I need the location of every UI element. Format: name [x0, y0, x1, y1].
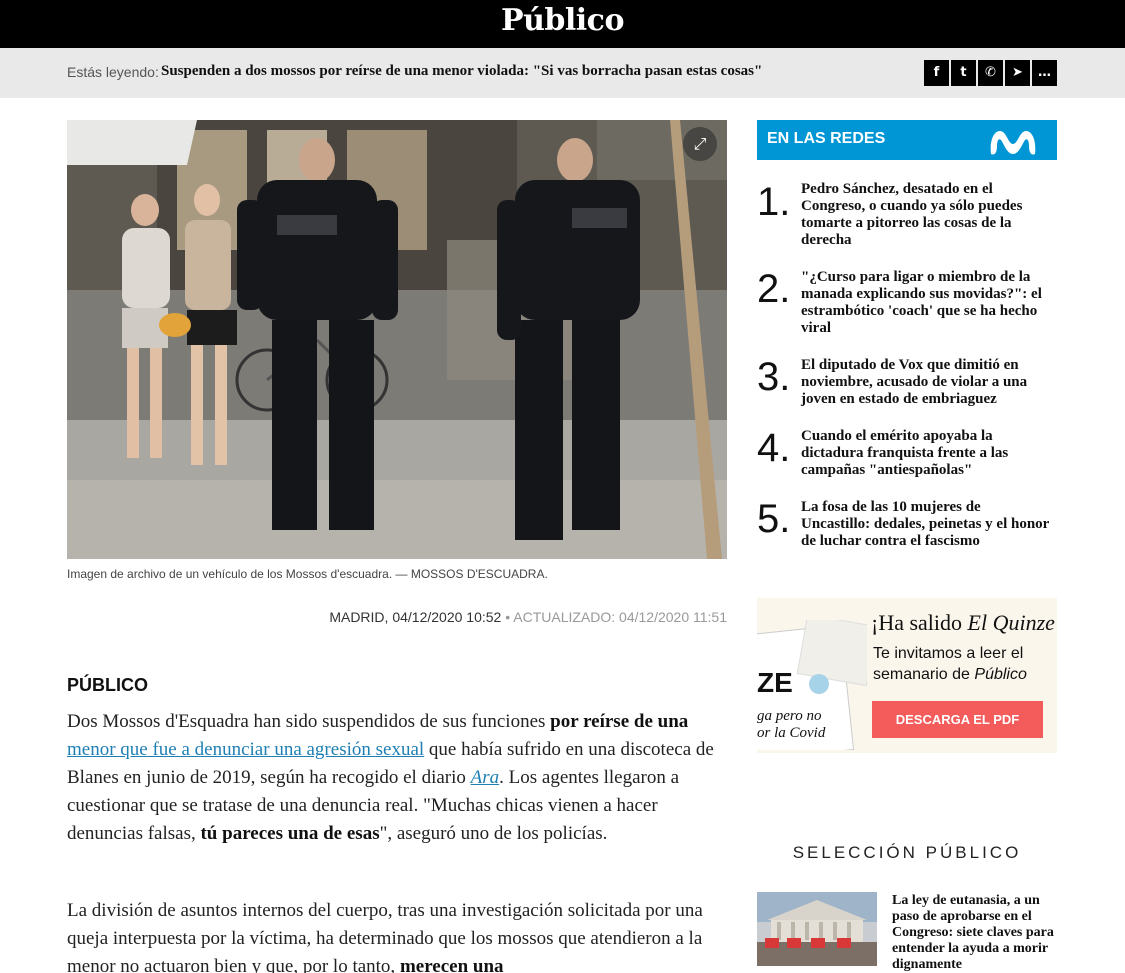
telegram-icon[interactable]: ➤ — [1005, 60, 1030, 86]
article-author[interactable]: PÚBLICO — [67, 675, 148, 696]
bold-run: tú pareces una de esas — [200, 823, 380, 844]
congress-photo-illustration — [757, 892, 877, 966]
ara-link[interactable]: Ara — [471, 767, 500, 788]
seleccion-article-link[interactable]: La ley de eutanasia, a un paso de aproba… — [892, 893, 1057, 973]
article-paragraph: Dos Mossos d'Esquadra han sido suspendid… — [67, 708, 729, 848]
facebook-icon[interactable]: f — [924, 60, 949, 86]
publico-logo[interactable]: Público — [0, 3, 1125, 38]
article-paragraph: La división de asuntos internos del cuer… — [67, 897, 729, 973]
ranking-item[interactable]: Cuando el emérito apoyaba la dictadura f… — [801, 428, 1051, 479]
article-updated: ACTUALIZADO: 04/12/2020 11:51 — [513, 609, 727, 625]
whatsapp-icon[interactable]: ✆ — [978, 60, 1003, 86]
promo-title-brand: El Quinze — [967, 610, 1055, 635]
bold-run: merecen una — [399, 956, 504, 973]
en-las-redes-header[interactable]: EN LAS REDES — [757, 120, 1057, 160]
ranking-item[interactable]: La fosa de las 10 mujeres de Uncastillo:… — [801, 499, 1051, 550]
text-run: ", aseguró uno de los policías. — [379, 823, 608, 844]
ranking-item[interactable]: "¿Curso para ligar o miembro de la manad… — [801, 269, 1051, 337]
magazine-headline-2: or la Covid — [757, 725, 826, 741]
movistar-logo-icon — [990, 130, 1036, 155]
twitter-icon[interactable]: t — [951, 60, 976, 86]
text-run: Dos Mossos d'Esquadra han sido suspendid… — [67, 711, 551, 732]
comments-icon[interactable]: … — [1032, 60, 1057, 86]
promo-title-text: ! — [1055, 610, 1057, 635]
promo-subtitle: Te invitamos a leer el semanario de Públ… — [873, 643, 1053, 685]
bold-run: por reírse de una — [550, 711, 689, 732]
article-dateline: MADRID, 04/12/2020 10:52 • ACTUALIZADO: … — [329, 609, 727, 625]
el-quinze-promo: ZE ga pero no or la Covid ¡Ha salido El … — [757, 598, 1057, 753]
article-hero-image[interactable] — [67, 120, 727, 559]
article-link[interactable]: menor que fue a denunciar una agresión s… — [67, 739, 424, 760]
reading-title: Suspenden a dos mossos por reírse de una… — [161, 63, 763, 79]
article-location: MADRID, — [329, 609, 389, 625]
seleccion-publico-heading: SELECCIÓN PÚBLICO — [792, 843, 1022, 862]
ranking-item[interactable]: El diputado de Vox que dimitió en noviem… — [801, 357, 1051, 408]
text-run: La división de asuntos internos del cuer… — [67, 900, 703, 973]
magazine-headline-1: ga pero no — [757, 708, 822, 724]
rank-number: 1. — [757, 180, 791, 224]
seleccion-thumbnail[interactable] — [757, 892, 877, 966]
dateline-separator: • — [505, 609, 511, 625]
article-date: 04/12/2020 10:52 — [392, 609, 502, 625]
magazine-masthead: ZE — [757, 667, 793, 698]
image-caption: Imagen de archivo de un vehículo de los … — [67, 567, 548, 581]
promo-title-text: ¡Ha salido — [871, 610, 968, 635]
reading-bar: Estás leyendo: Suspenden a dos mossos po… — [0, 48, 1125, 98]
expand-image-icon[interactable]: ⤢ — [683, 127, 717, 161]
rank-number: 4. — [757, 426, 791, 470]
promo-sub-brand: Público — [974, 666, 1027, 683]
download-pdf-button[interactable]: DESCARGA EL PDF — [872, 701, 1043, 738]
hero-photo-illustration — [67, 120, 727, 559]
promo-title: ¡Ha salido El Quinze! — [871, 610, 1057, 636]
reading-label: Estás leyendo: — [67, 64, 159, 80]
magazine-cover-illustration: ZE ga pero no or la Covid — [757, 620, 867, 750]
rank-number: 3. — [757, 355, 791, 399]
rank-number: 2. — [757, 267, 791, 311]
rank-number: 5. — [757, 497, 791, 541]
redes-title: EN LAS REDES — [767, 130, 886, 147]
ranking-item[interactable]: Pedro Sánchez, desatado en el Congreso, … — [801, 181, 1051, 249]
site-header: Público — [0, 0, 1125, 48]
